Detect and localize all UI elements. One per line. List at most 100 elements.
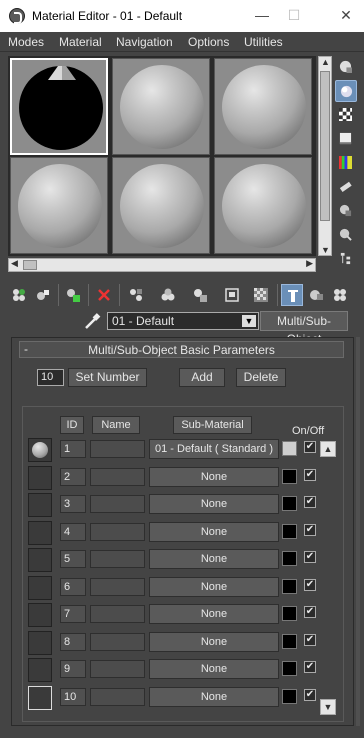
sample-slot-6[interactable] xyxy=(214,157,312,254)
backlight-button[interactable] xyxy=(335,80,357,102)
sub-material-button[interactable]: None xyxy=(149,687,279,707)
scroll-up-arrow-icon[interactable]: ▲ xyxy=(321,57,330,67)
on-off-checkbox[interactable]: ✔ xyxy=(304,579,316,591)
name-field[interactable] xyxy=(90,523,145,541)
table-scroll-down-icon[interactable]: ▼ xyxy=(320,699,336,715)
sub-material-button[interactable]: None xyxy=(149,522,279,542)
id-field[interactable]: 5 xyxy=(60,550,86,568)
name-field[interactable] xyxy=(90,688,145,706)
id-field[interactable]: 1 xyxy=(60,440,86,458)
scrollbar-thumb[interactable] xyxy=(320,71,330,221)
go-forward-sibling-button[interactable] xyxy=(305,284,327,306)
sub-material-preview[interactable] xyxy=(28,686,52,710)
id-field[interactable]: 10 xyxy=(60,688,86,706)
sub-material-button[interactable]: None xyxy=(149,604,279,624)
menu-options[interactable]: Options xyxy=(188,35,229,49)
sample-slot-5[interactable] xyxy=(112,157,210,254)
on-off-checkbox[interactable]: ✔ xyxy=(304,689,316,701)
on-off-checkbox[interactable]: ✔ xyxy=(304,441,316,453)
add-button[interactable]: Add xyxy=(179,368,225,387)
chevron-down-icon[interactable]: ▼ xyxy=(242,315,256,327)
assign-to-selection-button[interactable] xyxy=(62,284,84,306)
color-swatch[interactable] xyxy=(282,689,297,704)
sub-material-button[interactable]: 01 - Default ( Standard ) xyxy=(149,439,279,459)
make-unique-button[interactable] xyxy=(125,284,147,306)
table-scroll-up-icon[interactable]: ▲ xyxy=(320,441,336,457)
sample-slot-1[interactable] xyxy=(10,58,108,155)
sample-slot-3[interactable] xyxy=(214,58,312,155)
name-field[interactable] xyxy=(90,605,145,623)
put-to-scene-button[interactable] xyxy=(32,284,54,306)
sub-material-preview[interactable] xyxy=(28,548,52,572)
sub-material-preview[interactable] xyxy=(28,603,52,627)
name-field[interactable] xyxy=(90,468,145,486)
sub-material-preview[interactable] xyxy=(28,576,52,600)
close-button[interactable]: ✕ xyxy=(332,4,360,26)
on-off-checkbox[interactable]: ✔ xyxy=(304,634,316,646)
sub-material-button[interactable]: None xyxy=(149,577,279,597)
background-checker-button[interactable] xyxy=(335,104,357,126)
get-material-button[interactable] xyxy=(8,284,30,306)
name-field[interactable] xyxy=(90,633,145,651)
scroll-down-arrow-icon[interactable]: ▼ xyxy=(321,245,330,255)
color-swatch[interactable] xyxy=(282,661,297,676)
menu-utilities[interactable]: Utilities xyxy=(244,35,283,49)
id-field[interactable]: 3 xyxy=(60,495,86,513)
color-swatch[interactable] xyxy=(282,524,297,539)
sample-uv-tiling-button[interactable] xyxy=(335,128,357,150)
id-field[interactable]: 4 xyxy=(60,523,86,541)
on-off-checkbox[interactable]: ✔ xyxy=(304,551,316,563)
sub-material-button[interactable]: None xyxy=(149,494,279,514)
sub-material-preview[interactable] xyxy=(28,438,52,462)
scroll-right-arrow-icon[interactable]: ▶ xyxy=(306,258,313,269)
reset-map-button[interactable] xyxy=(93,284,115,306)
panel-scrollbar[interactable] xyxy=(356,337,360,726)
sample-slot-4[interactable] xyxy=(10,157,108,254)
sort-by-sub-material-button[interactable]: Sub-Material xyxy=(173,416,252,434)
on-off-checkbox[interactable]: ✔ xyxy=(304,496,316,508)
material-name-field[interactable]: 01 - Default ▼ xyxy=(107,312,259,330)
color-swatch[interactable] xyxy=(282,634,297,649)
color-swatch[interactable] xyxy=(282,441,297,456)
sub-material-button[interactable]: None xyxy=(149,467,279,487)
show-shaded-in-viewport-button[interactable] xyxy=(221,284,243,306)
id-field[interactable]: 7 xyxy=(60,605,86,623)
select-by-material-button[interactable] xyxy=(335,224,357,246)
sub-material-preview[interactable] xyxy=(28,521,52,545)
sample-type-button[interactable] xyxy=(335,56,357,78)
menu-navigation[interactable]: Navigation xyxy=(116,35,173,49)
on-off-checkbox[interactable]: ✔ xyxy=(304,469,316,481)
go-to-parent-button[interactable] xyxy=(281,284,303,306)
name-field[interactable] xyxy=(90,578,145,596)
color-swatch[interactable] xyxy=(282,496,297,511)
sub-material-button[interactable]: None xyxy=(149,659,279,679)
delete-button[interactable]: Delete xyxy=(236,368,286,387)
sub-material-button[interactable]: None xyxy=(149,632,279,652)
id-field[interactable]: 2 xyxy=(60,468,86,486)
scrollbar-thumb[interactable] xyxy=(23,260,37,270)
color-swatch[interactable] xyxy=(282,551,297,566)
name-field[interactable] xyxy=(90,550,145,568)
make-preview-button[interactable] xyxy=(335,176,357,198)
rollout-header[interactable]: - Multi/Sub-Object Basic Parameters xyxy=(19,341,344,358)
menu-modes[interactable]: Modes xyxy=(8,35,44,49)
sub-material-preview[interactable] xyxy=(28,631,52,655)
slots-vertical-scrollbar[interactable]: ▲ ▼ xyxy=(318,56,332,256)
slots-horizontal-scrollbar[interactable]: ◀ ▶ xyxy=(8,258,316,272)
set-number-button[interactable]: Set Number xyxy=(68,368,147,387)
id-field[interactable]: 9 xyxy=(60,660,86,678)
sub-material-button[interactable]: None xyxy=(149,549,279,569)
sub-material-preview[interactable] xyxy=(28,658,52,682)
minimize-button[interactable]: — xyxy=(248,4,276,26)
options-button[interactable] xyxy=(335,200,357,222)
set-number-input[interactable]: 10 xyxy=(37,369,64,386)
show-end-result-button[interactable] xyxy=(250,284,272,306)
maximize-button[interactable]: ☐ xyxy=(280,4,308,26)
name-field[interactable] xyxy=(90,660,145,678)
on-off-checkbox[interactable]: ✔ xyxy=(304,524,316,536)
sample-slot-2[interactable] xyxy=(112,58,210,155)
material-id-channel-button[interactable] xyxy=(189,284,211,306)
color-swatch[interactable] xyxy=(282,579,297,594)
sort-by-name-button[interactable]: Name xyxy=(92,416,140,434)
pick-material-eyedropper-icon[interactable] xyxy=(82,312,102,332)
